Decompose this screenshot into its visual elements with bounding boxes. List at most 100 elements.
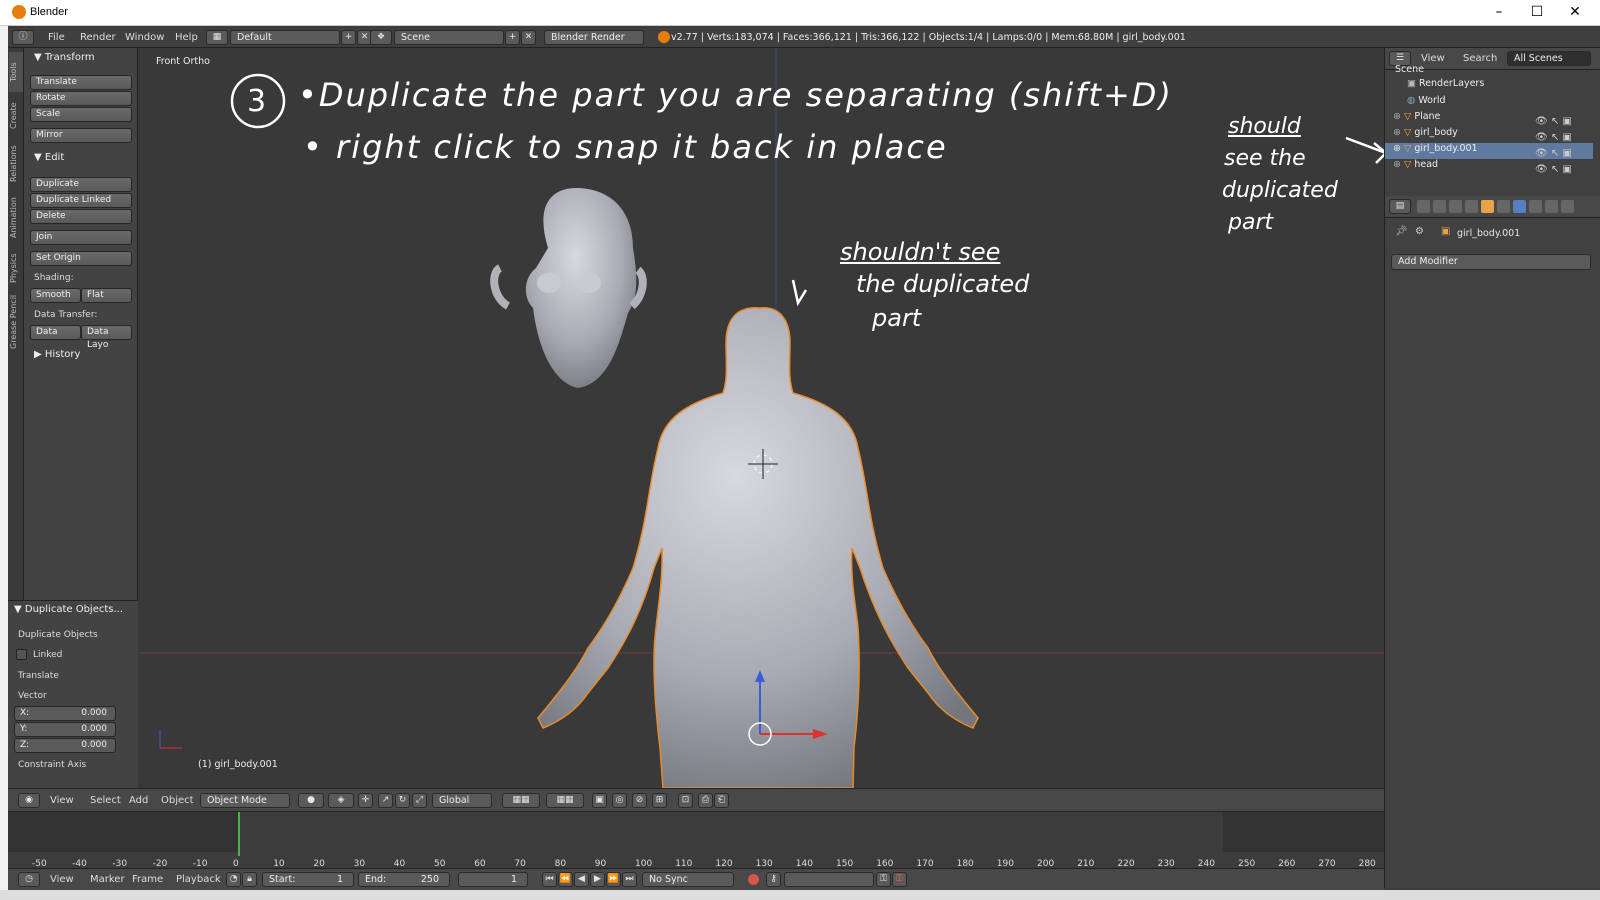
outliner-row-world[interactable]: ◍ World bbox=[1385, 95, 1593, 111]
visibility-icons[interactable]: 👁︎ ↖ ▣ 👁︎ ↖ ▣ 👁︎ ↖ ▣ 👁︎ ↖ ▣ bbox=[1535, 114, 1572, 178]
render-engine-select[interactable]: Blender Render bbox=[544, 30, 644, 45]
rotate-manipulator-icon[interactable]: ↻ bbox=[395, 793, 410, 808]
constraints-tab-icon[interactable] bbox=[1497, 200, 1510, 213]
tab-physics[interactable]: Physics bbox=[9, 248, 23, 288]
duplicate-button[interactable]: Duplicate bbox=[30, 177, 132, 192]
delete-button[interactable]: Delete bbox=[30, 209, 132, 224]
snap-element-icon[interactable]: ⊡ bbox=[678, 793, 693, 808]
data-button[interactable]: Data bbox=[30, 325, 81, 340]
tab-tools[interactable]: Tools bbox=[9, 52, 23, 92]
vector-x-field[interactable]: X: 0.000 bbox=[14, 706, 116, 721]
expand-icon[interactable]: ⊕ bbox=[1393, 127, 1401, 138]
menu-window[interactable]: Window bbox=[125, 32, 164, 43]
jump-next-key-icon[interactable]: ⏩ bbox=[606, 872, 621, 887]
jump-end-icon[interactable]: ⏭ bbox=[622, 872, 637, 887]
scene-remove-icon[interactable]: ✕ bbox=[521, 30, 536, 45]
data-tab-icon[interactable] bbox=[1529, 200, 1542, 213]
layout-selector[interactable]: Default bbox=[230, 30, 340, 45]
add-modifier-select[interactable]: Add Modifier bbox=[1391, 254, 1591, 270]
render-layers-tab-icon[interactable] bbox=[1433, 200, 1446, 213]
head-mesh[interactable] bbox=[490, 188, 647, 388]
menu-marker[interactable]: Marker bbox=[90, 874, 125, 885]
current-frame-field[interactable]: 1 bbox=[458, 872, 528, 887]
layer-lock-icon[interactable]: ▣ bbox=[592, 793, 607, 808]
menu-file[interactable]: File bbox=[48, 32, 65, 43]
manipulator-icon[interactable]: ✛ bbox=[358, 793, 373, 808]
tab-create[interactable]: Create bbox=[9, 96, 23, 136]
close-button[interactable]: ✕ bbox=[1552, 0, 1598, 26]
jump-prev-key-icon[interactable]: ⏪ bbox=[558, 872, 573, 887]
pin-icon[interactable]: 📌︎ bbox=[1395, 226, 1408, 237]
menu-select[interactable]: Select bbox=[90, 795, 121, 806]
keying-set-field[interactable] bbox=[784, 872, 874, 887]
texture-tab-icon[interactable] bbox=[1561, 200, 1574, 213]
translate-button[interactable]: Translate bbox=[30, 75, 132, 90]
mirror-button[interactable]: Mirror bbox=[30, 128, 132, 143]
vector-z-field[interactable]: Z: 0.000 bbox=[14, 738, 116, 753]
outliner-view-menu[interactable]: View bbox=[1421, 53, 1445, 64]
proportional-edit-icon[interactable]: ◎ bbox=[612, 793, 627, 808]
scale-manipulator-icon[interactable]: ⤢ bbox=[412, 793, 427, 808]
vector-y-field[interactable]: Y: 0.000 bbox=[14, 722, 116, 737]
data-layout-button[interactable]: Data Layo bbox=[81, 325, 132, 350]
expand-icon[interactable]: ⊕ bbox=[1393, 111, 1401, 122]
start-frame-field[interactable]: Start: 1 bbox=[262, 872, 354, 887]
outliner-search-menu[interactable]: Search bbox=[1463, 53, 1497, 64]
jump-start-icon[interactable]: ⏮ bbox=[542, 872, 557, 887]
mode-select[interactable]: Object Mode bbox=[200, 793, 290, 808]
record-icon[interactable] bbox=[748, 874, 759, 885]
menu-view[interactable]: View bbox=[50, 795, 74, 806]
operator-panel-header[interactable]: ▼ Duplicate Objects... bbox=[14, 604, 123, 615]
edit-panel-header[interactable]: ▼ Edit bbox=[34, 152, 64, 163]
keying-icon[interactable]: ⚷ bbox=[766, 872, 781, 887]
pivot-icon[interactable]: ◈ bbox=[328, 793, 354, 808]
current-frame-line[interactable] bbox=[238, 812, 240, 856]
world-tab-icon[interactable] bbox=[1465, 200, 1478, 213]
modifiers-tab-icon[interactable] bbox=[1513, 200, 1526, 213]
scene-selector[interactable]: Scene bbox=[394, 30, 504, 45]
delete-key-icon[interactable]: ⚿ bbox=[892, 872, 907, 887]
set-origin-select[interactable]: Set Origin bbox=[30, 251, 132, 266]
menu-add[interactable]: Add bbox=[129, 795, 148, 806]
preview-range-icon[interactable]: ◔ bbox=[226, 872, 241, 887]
lock-range-icon[interactable]: 🔒︎ bbox=[242, 872, 257, 887]
editor-type-properties-icon[interactable]: ▤ bbox=[1389, 199, 1411, 214]
tab-grease-pencil[interactable]: Grease Pencil bbox=[9, 292, 23, 352]
join-button[interactable]: Join bbox=[30, 230, 132, 245]
tab-relations[interactable]: Relations bbox=[9, 140, 23, 188]
editor-type-icon[interactable]: ⓘ bbox=[12, 30, 34, 45]
rotate-button[interactable]: Rotate bbox=[30, 91, 132, 106]
scene-add-icon[interactable]: + bbox=[505, 30, 520, 45]
shading-mode-icon[interactable]: ● bbox=[298, 793, 324, 808]
snap-icon[interactable]: ⊘ bbox=[632, 793, 647, 808]
sync-mode-select[interactable]: No Sync bbox=[642, 872, 734, 887]
layout-add-icon[interactable]: + bbox=[341, 30, 356, 45]
layers-grid-2[interactable]: ▦▦ bbox=[546, 793, 584, 808]
scale-button[interactable]: Scale bbox=[30, 107, 132, 122]
menu-frame[interactable]: Frame bbox=[132, 874, 163, 885]
girl-body-mesh[interactable] bbox=[537, 307, 979, 788]
menu-help[interactable]: Help bbox=[175, 32, 198, 43]
outliner-row-renderlayers[interactable]: ▣ RenderLayers bbox=[1385, 78, 1593, 94]
end-frame-field[interactable]: End: 250 bbox=[358, 872, 450, 887]
expand-icon[interactable]: ⊕ bbox=[1393, 143, 1401, 154]
editor-type-timeline-icon[interactable]: ◷ bbox=[18, 872, 40, 887]
menu-object[interactable]: Object bbox=[161, 795, 194, 806]
layers-grid-1[interactable]: ▦▦ bbox=[502, 793, 540, 808]
play-reverse-icon[interactable]: ◀ bbox=[574, 872, 589, 887]
snap-target-icon[interactable]: ⊞ bbox=[652, 793, 667, 808]
play-icon[interactable]: ▶ bbox=[590, 872, 605, 887]
tab-animation[interactable]: Animation bbox=[9, 192, 23, 244]
duplicate-linked-button[interactable]: Duplicate Linked bbox=[30, 193, 132, 208]
linked-checkbox[interactable] bbox=[16, 649, 27, 660]
scene-tab-icon[interactable] bbox=[1449, 200, 1462, 213]
object-tab-icon[interactable] bbox=[1481, 200, 1494, 213]
smooth-button[interactable]: Smooth bbox=[30, 288, 81, 303]
material-tab-icon[interactable] bbox=[1545, 200, 1558, 213]
menu-render[interactable]: Render bbox=[80, 32, 116, 43]
render-preview-icon[interactable]: ⎙ bbox=[698, 793, 713, 808]
orientation-select[interactable]: Global bbox=[432, 793, 492, 808]
translate-manipulator-icon[interactable]: ↗ bbox=[378, 793, 393, 808]
scene-icon[interactable]: ❖ bbox=[370, 30, 392, 45]
timeline-area[interactable]: -50 -40 -30 -20 -10 0 10 20 30 40 50 60 70 80 90 100 110… bbox=[8, 812, 1384, 869]
